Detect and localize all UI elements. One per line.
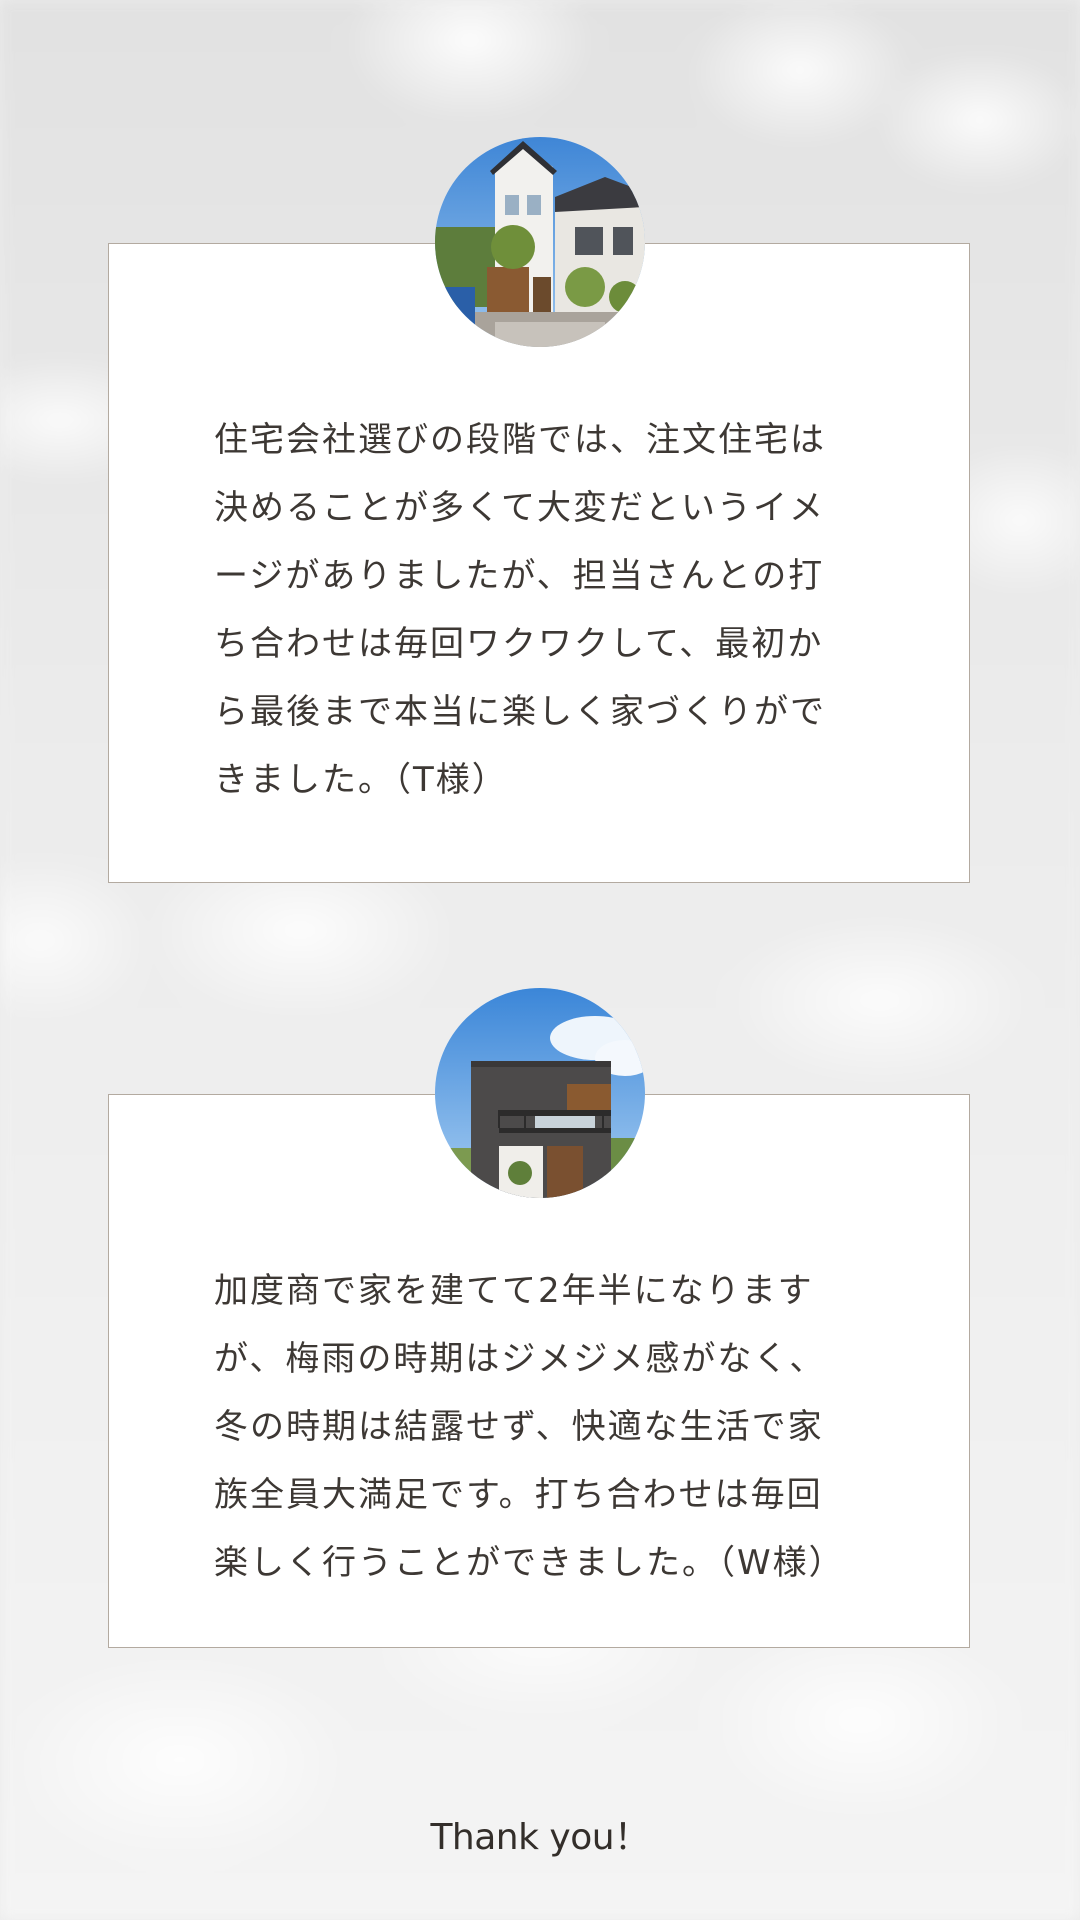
house-photo-icon bbox=[435, 137, 645, 347]
thank-you-message: Thank you！ bbox=[430, 1817, 650, 1858]
house-photo-icon bbox=[435, 988, 645, 1198]
review-text: 加度商で家を建てて2年半になります が、梅雨の時期はジメジメ感がなく、 冬の時期… bbox=[214, 1271, 845, 1583]
review-text: 住宅会社選びの段階では、注文住宅は 決めることが多くて大変だというイメ ージがあ… bbox=[214, 420, 826, 800]
